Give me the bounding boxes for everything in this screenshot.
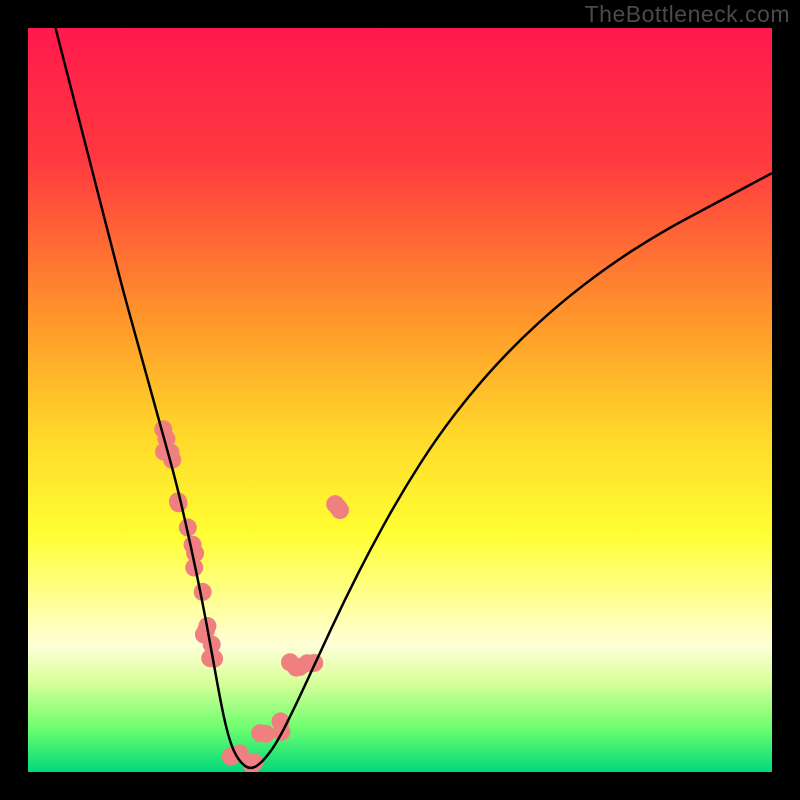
- watermark: TheBottleneck.com: [585, 1, 790, 28]
- data-dot: [329, 498, 347, 516]
- chart-svg: [28, 28, 772, 772]
- gradient-background: [28, 28, 772, 772]
- data-dot: [257, 725, 275, 743]
- data-dot: [291, 658, 309, 676]
- plot-area: [28, 28, 772, 772]
- data-dot: [201, 649, 219, 667]
